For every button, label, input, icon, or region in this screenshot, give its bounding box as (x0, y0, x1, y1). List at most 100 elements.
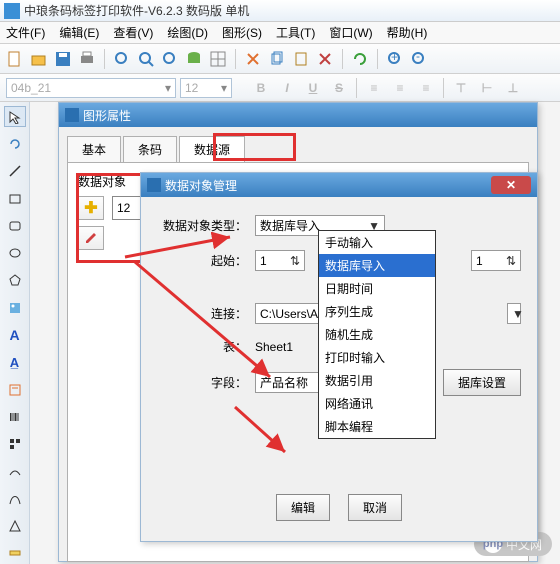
dropdown-icon: ▾ (221, 81, 227, 95)
text-a-tool[interactable]: A (4, 324, 26, 345)
font-size-combo[interactable]: 12 ▾ (180, 78, 232, 98)
opt-script[interactable]: 脚本编程 (319, 415, 435, 438)
zoom-out-icon[interactable] (161, 50, 179, 68)
window-title: 中琅条码标签打印软件-V6.2.3 数码版 单机 (24, 2, 249, 19)
align-left-button[interactable]: ≡ (363, 78, 385, 98)
separator (235, 49, 236, 69)
line-tool[interactable] (4, 161, 26, 182)
opt-print[interactable]: 打印时输入 (319, 346, 435, 369)
start-input[interactable]: 1⇅ (255, 250, 305, 271)
close-button[interactable]: ✕ (491, 176, 531, 194)
zoom-fit-icon[interactable] (113, 50, 131, 68)
barcode-tool[interactable] (4, 406, 26, 427)
add-button[interactable]: ✚ (78, 196, 104, 220)
valign-bot-button[interactable]: ⊥ (502, 78, 524, 98)
properties-title: 图形属性 (83, 107, 131, 124)
zoom-minus-icon[interactable]: - (410, 50, 428, 68)
align-center-button[interactable]: ≡ (389, 78, 411, 98)
cut-icon[interactable] (244, 50, 262, 68)
menu-view[interactable]: 查看(V) (113, 24, 153, 41)
type-dropdown-list[interactable]: 手动输入 数据库导入 日期时间 序列生成 随机生成 打印时输入 数据引用 网络通… (318, 230, 436, 439)
menu-tool[interactable]: 工具(T) (276, 24, 315, 41)
database-icon[interactable] (185, 50, 203, 68)
edit-button[interactable]: 编辑 (276, 494, 330, 521)
curve-tool[interactable] (4, 461, 26, 482)
format-bar: 04b_21 ▾ 12 ▾ B I U S ≡ ≡ ≡ ⊤ ⊢ ⊥ (0, 74, 560, 102)
italic-button[interactable]: I (276, 78, 298, 98)
data-dialog-title: 数据对象管理 (165, 177, 237, 194)
data-dialog-titlebar[interactable]: 数据对象管理 ✕ (141, 173, 537, 197)
bezier-tool[interactable] (4, 488, 26, 509)
polygon-tool[interactable] (4, 270, 26, 291)
tab-basic[interactable]: 基本 (67, 136, 121, 163)
pointer-tool[interactable] (4, 106, 26, 127)
delete-icon[interactable] (316, 50, 334, 68)
print-icon[interactable] (78, 50, 96, 68)
paste-icon[interactable] (292, 50, 310, 68)
poly-tool[interactable] (4, 515, 26, 536)
menu-edit[interactable]: 编辑(E) (59, 24, 99, 41)
properties-titlebar[interactable]: 图形属性 (59, 103, 537, 127)
rounded-rect-tool[interactable] (4, 215, 26, 236)
panel-icon (65, 108, 79, 122)
qrcode-tool[interactable] (4, 434, 26, 455)
rect-tool[interactable] (4, 188, 26, 209)
opt-ref[interactable]: 数据引用 (319, 369, 435, 392)
edit-item-button[interactable] (78, 226, 104, 250)
bold-button[interactable]: B (250, 78, 272, 98)
opt-date[interactable]: 日期时间 (319, 277, 435, 300)
menu-window[interactable]: 窗口(W) (329, 24, 372, 41)
open-icon[interactable] (30, 50, 48, 68)
valign-mid-button[interactable]: ⊢ (476, 78, 498, 98)
menu-draw[interactable]: 绘图(D) (167, 24, 208, 41)
conn-dd[interactable]: ▼ (507, 303, 521, 324)
font-size-value: 12 (185, 81, 198, 95)
font-name-value: 04b_21 (11, 81, 51, 95)
zoom-plus-icon[interactable]: + (386, 50, 404, 68)
strike-button[interactable]: S (328, 78, 350, 98)
conn-label: 连接： (157, 305, 247, 322)
dropdown-icon: ▼ (512, 307, 524, 321)
new-icon[interactable] (6, 50, 24, 68)
menu-graphic[interactable]: 图形(S) (222, 24, 262, 41)
opt-db[interactable]: 数据库导入 (319, 254, 435, 277)
menu-help[interactable]: 帮助(H) (387, 24, 428, 41)
opt-seq[interactable]: 序列生成 (319, 300, 435, 323)
separator (104, 49, 105, 69)
separator (377, 49, 378, 69)
plus-icon: ✚ (84, 198, 97, 218)
align-right-button[interactable]: ≡ (415, 78, 437, 98)
opt-net[interactable]: 网络通讯 (319, 392, 435, 415)
copy-icon[interactable] (268, 50, 286, 68)
value-text: 12 (117, 201, 130, 215)
grid-icon[interactable] (209, 50, 227, 68)
ellipse-tool[interactable] (4, 242, 26, 263)
save-icon[interactable] (54, 50, 72, 68)
close-icon: ✕ (506, 178, 516, 192)
left-toolbar: A A̲ (0, 102, 30, 564)
opt-rand[interactable]: 随机生成 (319, 323, 435, 346)
text-tool[interactable]: A̲ (4, 352, 26, 373)
refresh-icon[interactable] (351, 50, 369, 68)
count-input[interactable]: 1⇅ (471, 250, 521, 271)
measure-tool[interactable] (4, 543, 26, 564)
zoom-in-icon[interactable] (137, 50, 155, 68)
opt-manual[interactable]: 手动输入 (319, 231, 435, 254)
image-tool[interactable] (4, 297, 26, 318)
richtext-tool[interactable] (4, 379, 26, 400)
tab-datasource[interactable]: 数据源 (179, 136, 245, 163)
separator (342, 49, 343, 69)
valign-top-button[interactable]: ⊤ (450, 78, 472, 98)
font-name-combo[interactable]: 04b_21 ▾ (6, 78, 176, 98)
spinner-icon: ⇅ (506, 254, 516, 268)
tab-barcode[interactable]: 条码 (123, 136, 177, 163)
rotate-tool[interactable] (4, 133, 26, 154)
workspace: A A̲ 图形属性 基本 条码 数据源 数据对象 ✚ (0, 102, 560, 564)
canvas-area[interactable]: 图形属性 基本 条码 数据源 数据对象 ✚ 12 (30, 102, 560, 564)
dropdown-icon: ▾ (165, 81, 171, 95)
underline-button[interactable]: U (302, 78, 324, 98)
menu-file[interactable]: 文件(F) (6, 24, 45, 41)
panel-icon (147, 178, 161, 192)
db-settings-button[interactable]: 据库设置 (443, 369, 521, 396)
cancel-button[interactable]: 取消 (348, 494, 402, 521)
